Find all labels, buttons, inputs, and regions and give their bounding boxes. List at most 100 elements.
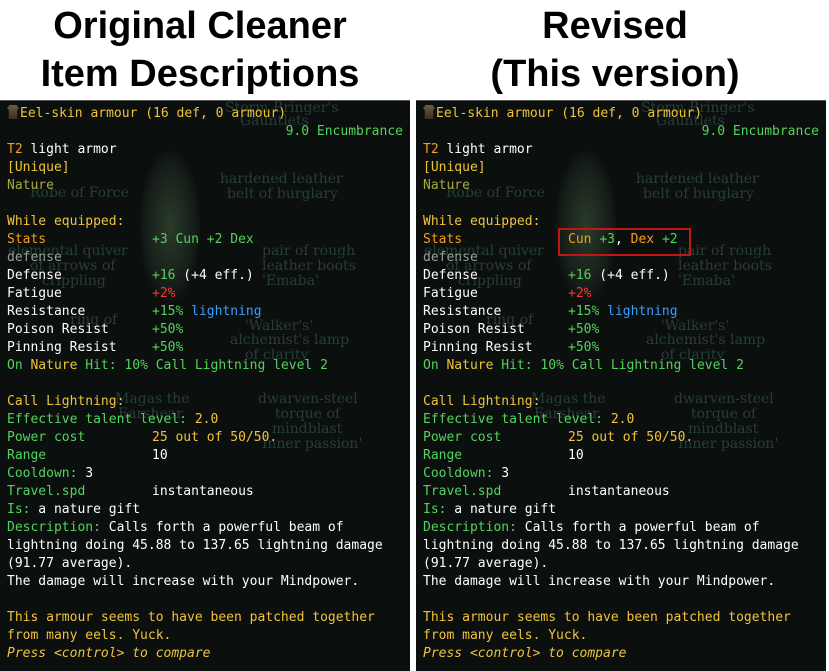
stats-value: +3 Cun +2 Dex: [152, 232, 254, 247]
effective-label: Effective talent level:: [7, 412, 188, 427]
on-hit-row: On Nature Hit: 10% Call Lightning level …: [423, 357, 822, 375]
fatigue-label: Fatigue: [7, 286, 62, 301]
compare-hint-text: Press <control> to compare: [7, 646, 211, 661]
school-tag: Nature: [423, 178, 470, 193]
fatigue-value: +2%: [568, 286, 592, 301]
pinning-label: Pinning Resist: [7, 340, 117, 355]
pinning-label: Pinning Resist: [423, 340, 533, 355]
stats-row: Stats Cun +3, Dex +2: [423, 231, 822, 249]
effective-row: Effective talent level: 2.0: [7, 411, 406, 429]
on-hit-prefix: On: [423, 358, 447, 373]
stat-dex-value: +2: [661, 232, 678, 247]
travel-label: Travel.spd: [7, 484, 86, 499]
heading-original-line2: Item Descriptions: [40, 53, 360, 95]
heading-revised-line2: (This version): [490, 53, 740, 95]
tooltip-panel-original: Storm Bringer's Gauntlets hardened leath…: [0, 100, 410, 671]
unique-tag: [Unique]: [423, 160, 486, 175]
effective-value: 2.0: [187, 412, 219, 427]
armour-icon: [7, 105, 19, 119]
poison-row: Poison Resist +50%: [7, 321, 406, 339]
armour-icon: [423, 105, 435, 119]
travel-row: Travel.spd instantaneous: [423, 483, 822, 501]
while-equipped: While equipped:: [423, 214, 541, 229]
defense-value-group: +16 (+4 eff.): [152, 267, 254, 285]
travel-label: Travel.spd: [423, 484, 502, 499]
defense-old: defense: [7, 250, 62, 265]
item-title: Eel-skin armour (16 def, 0 armour): [20, 106, 287, 121]
resistance-value-group: +15% lightning: [568, 303, 678, 321]
resistance-row: Resistance +15% lightning: [423, 303, 822, 321]
on-hit-school: Nature: [446, 358, 494, 373]
fatigue-row: Fatigue +2%: [423, 285, 822, 303]
spell-title: Call Lightning:: [423, 394, 541, 409]
desc-line1: Calls forth a powerful beam of: [100, 520, 344, 535]
tooltip-panel-revised: Storm Bringer's Gauntlets hardened leath…: [416, 100, 826, 671]
range-row: Range 10: [423, 447, 822, 465]
poison-row: Poison Resist +50%: [423, 321, 822, 339]
effective-row: Effective talent level: 2.0: [423, 411, 822, 429]
resistance-label: Resistance: [423, 304, 502, 319]
is-row: Is: a nature gift: [7, 501, 406, 519]
on-hit-rest: Hit: 10% Call Lightning level 2: [77, 358, 328, 373]
resistance-value: +15%: [568, 304, 600, 319]
range-row: Range 10: [7, 447, 406, 465]
desc-line2: lightning doing 45.88 to 137.65 lightnin…: [7, 538, 383, 553]
defense-eff: (+4 eff.): [591, 268, 670, 283]
desc-line1: Calls forth a powerful beam of: [516, 520, 760, 535]
stat-cun-value: +3: [599, 232, 615, 247]
cooldown-value: 3: [77, 466, 94, 481]
heading-original-line1: Original Cleaner: [53, 5, 347, 47]
defense-value: +16: [568, 268, 592, 283]
desc-row: Description: Calls forth a powerful beam…: [423, 519, 822, 537]
tier-row: T2 light armor: [7, 141, 406, 159]
item-title: Eel-skin armour (16 def, 0 armour): [436, 106, 703, 121]
travel-value: instantaneous: [568, 484, 670, 499]
encumbrance: 9.0 Encumbrance: [285, 124, 403, 139]
defense-value-group: +16 (+4 eff.): [568, 267, 670, 285]
compare-hint: Press <control> to compare: [7, 645, 406, 663]
range-value: 10: [152, 448, 168, 463]
desc-label: Description:: [7, 520, 101, 535]
tier-row: T2 light armor: [423, 141, 822, 159]
is-value: a nature gift: [446, 502, 557, 517]
on-hit-school: Nature: [30, 358, 78, 373]
flavor-line2: from many eels. Yuck.: [7, 628, 172, 643]
resistance-label: Resistance: [7, 304, 86, 319]
fatigue-label: Fatigue: [423, 286, 478, 301]
fatigue-row: Fatigue +2%: [7, 285, 406, 303]
encumbrance-row: 9.0 Encumbrance: [423, 123, 822, 141]
desc-label: Description:: [423, 520, 517, 535]
range-label: Range: [423, 448, 463, 463]
power-value: 25 out of 50/50.: [152, 430, 278, 445]
stats-row: Stats +3 Cun +2 Dex: [7, 231, 406, 249]
resistance-type: lightning: [599, 304, 678, 319]
desc-line4: The damage will increase with your Mindp…: [7, 574, 360, 589]
cooldown-row: Cooldown: 3: [7, 465, 406, 483]
heading-revised: Revised (This version): [415, 2, 815, 98]
armor-type: light armor: [438, 142, 533, 157]
travel-row: Travel.spd instantaneous: [7, 483, 406, 501]
desc-line3: (91.77 average).: [423, 556, 549, 571]
power-label: Power cost: [423, 430, 502, 445]
armor-type: light armor: [22, 142, 117, 157]
poison-label: Poison Resist: [7, 322, 109, 337]
on-hit-row: On Nature Hit: 10% Call Lightning level …: [7, 357, 406, 375]
heading-original: Original Cleaner Item Descriptions: [0, 2, 400, 98]
defense-row: Defense +16 (+4 eff.): [423, 267, 822, 285]
is-label: Is:: [423, 502, 447, 517]
pinning-row: Pinning Resist +50%: [423, 339, 822, 357]
tier: T2: [7, 142, 23, 157]
encumbrance: 9.0 Encumbrance: [701, 124, 819, 139]
desc-row: Description: Calls forth a powerful beam…: [7, 519, 406, 537]
tier: T2: [423, 142, 439, 157]
while-equipped: While equipped:: [7, 214, 125, 229]
item-title-row: Eel-skin armour (16 def, 0 armour): [423, 105, 822, 123]
heading-revised-line1: Revised: [542, 5, 688, 47]
poison-label: Poison Resist: [423, 322, 525, 337]
power-row: Power cost 25 out of 50/50.: [7, 429, 406, 447]
cooldown-value: 3: [493, 466, 510, 481]
